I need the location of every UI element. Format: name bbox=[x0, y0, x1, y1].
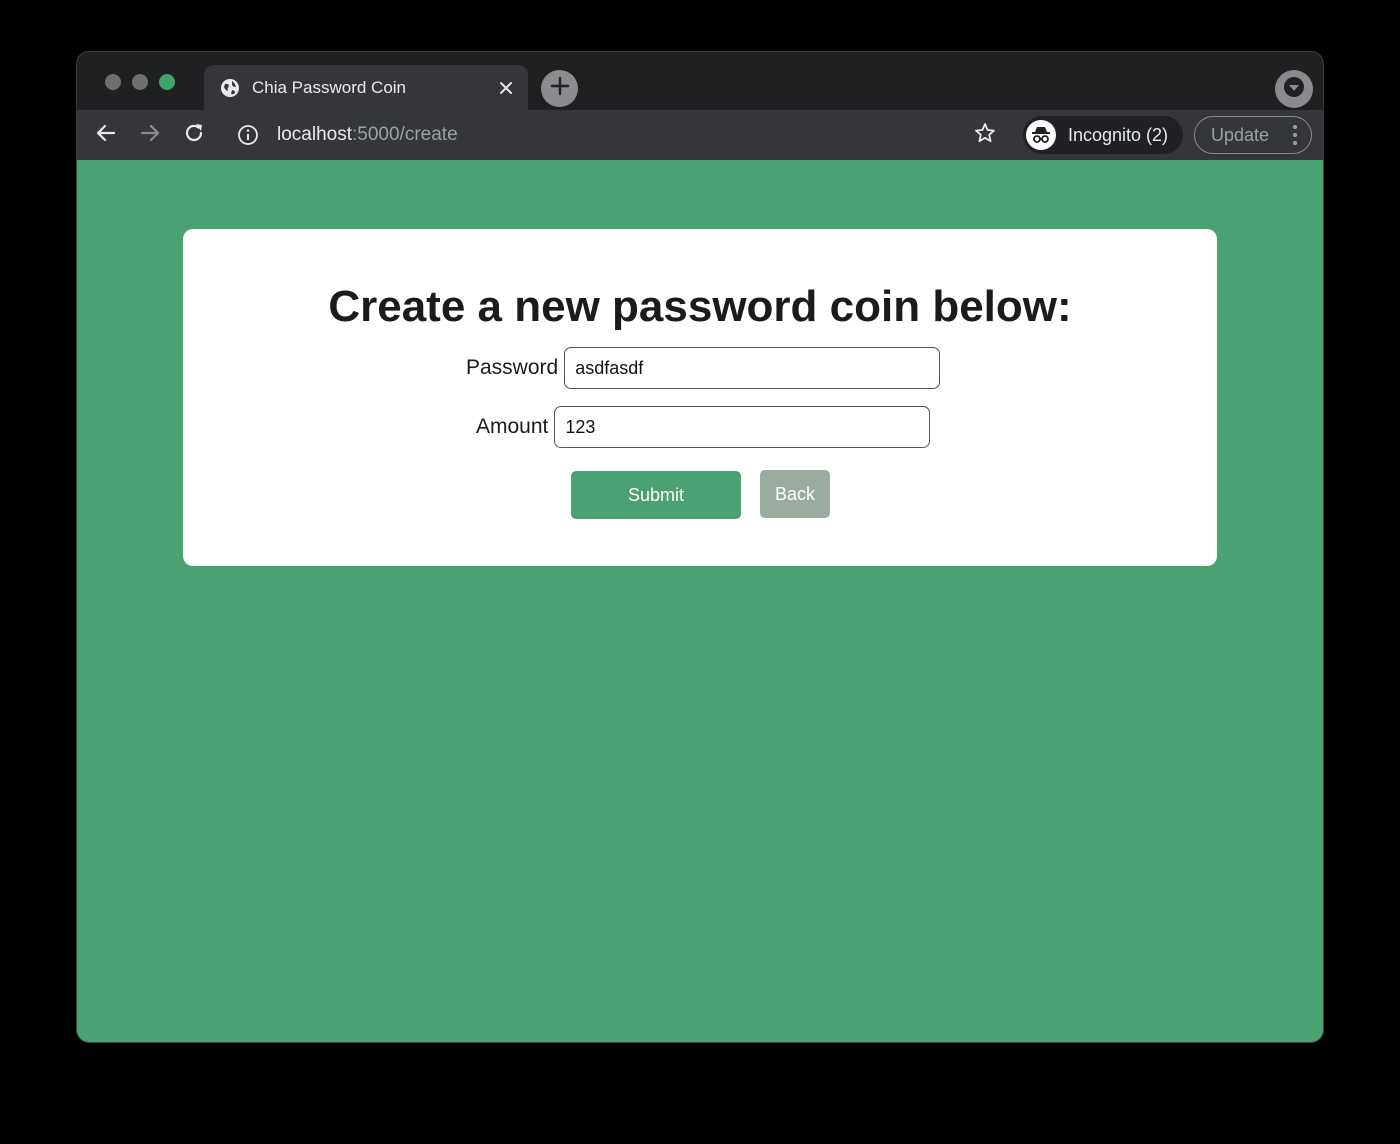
close-icon[interactable] bbox=[496, 78, 516, 98]
incognito-icon bbox=[1026, 120, 1056, 150]
url-text: localhost:5000/create bbox=[277, 124, 458, 146]
browser-window: Chia Password Coin localhost:5000/create… bbox=[77, 52, 1323, 1042]
submit-button[interactable]: Submit bbox=[571, 471, 741, 519]
browser-toolbar: localhost:5000/create Incognito (2) Upda… bbox=[77, 110, 1323, 160]
amount-label: Amount bbox=[476, 415, 549, 438]
info-icon[interactable] bbox=[237, 124, 259, 146]
kebab-menu-icon[interactable] bbox=[1293, 125, 1297, 145]
url-path: :5000/create bbox=[352, 124, 458, 145]
bookmark-button[interactable] bbox=[973, 122, 997, 149]
password-row: Password bbox=[466, 347, 941, 389]
back-button[interactable] bbox=[91, 120, 121, 150]
globe-icon bbox=[220, 78, 240, 98]
update-button[interactable]: Update bbox=[1194, 116, 1312, 154]
forward-button[interactable] bbox=[135, 120, 165, 150]
tab-title: Chia Password Coin bbox=[252, 78, 407, 97]
plus-icon bbox=[550, 76, 570, 101]
arrow-left-icon bbox=[95, 122, 117, 149]
amount-input[interactable] bbox=[554, 406, 931, 448]
reload-icon bbox=[183, 122, 205, 149]
url-host: localhost bbox=[277, 124, 352, 145]
back-button-page[interactable]: Back bbox=[760, 470, 830, 518]
arrow-right-icon bbox=[139, 122, 161, 149]
tab-search-button[interactable] bbox=[1275, 70, 1313, 108]
form-card: Create a new password coin below: Passwo… bbox=[183, 229, 1217, 566]
incognito-label: Incognito (2) bbox=[1068, 124, 1169, 145]
title-bar: Chia Password Coin bbox=[77, 52, 1323, 111]
address-bar[interactable]: localhost:5000/create bbox=[231, 115, 991, 155]
password-label: Password bbox=[466, 356, 559, 379]
close-window-button[interactable] bbox=[105, 74, 121, 90]
password-input[interactable] bbox=[564, 347, 941, 389]
minimize-window-button[interactable] bbox=[132, 74, 148, 90]
incognito-profile-button[interactable]: Incognito (2) bbox=[1023, 116, 1183, 154]
maximize-window-button[interactable] bbox=[159, 74, 175, 90]
chevron-down-icon bbox=[1283, 76, 1305, 103]
star-icon bbox=[974, 122, 996, 149]
amount-row: Amount bbox=[476, 406, 931, 448]
browser-tab[interactable]: Chia Password Coin bbox=[204, 65, 528, 111]
update-label: Update bbox=[1211, 124, 1270, 145]
page-title: Create a new password coin below: bbox=[328, 282, 1072, 331]
new-tab-button[interactable] bbox=[541, 70, 578, 107]
reload-button[interactable] bbox=[179, 120, 209, 150]
